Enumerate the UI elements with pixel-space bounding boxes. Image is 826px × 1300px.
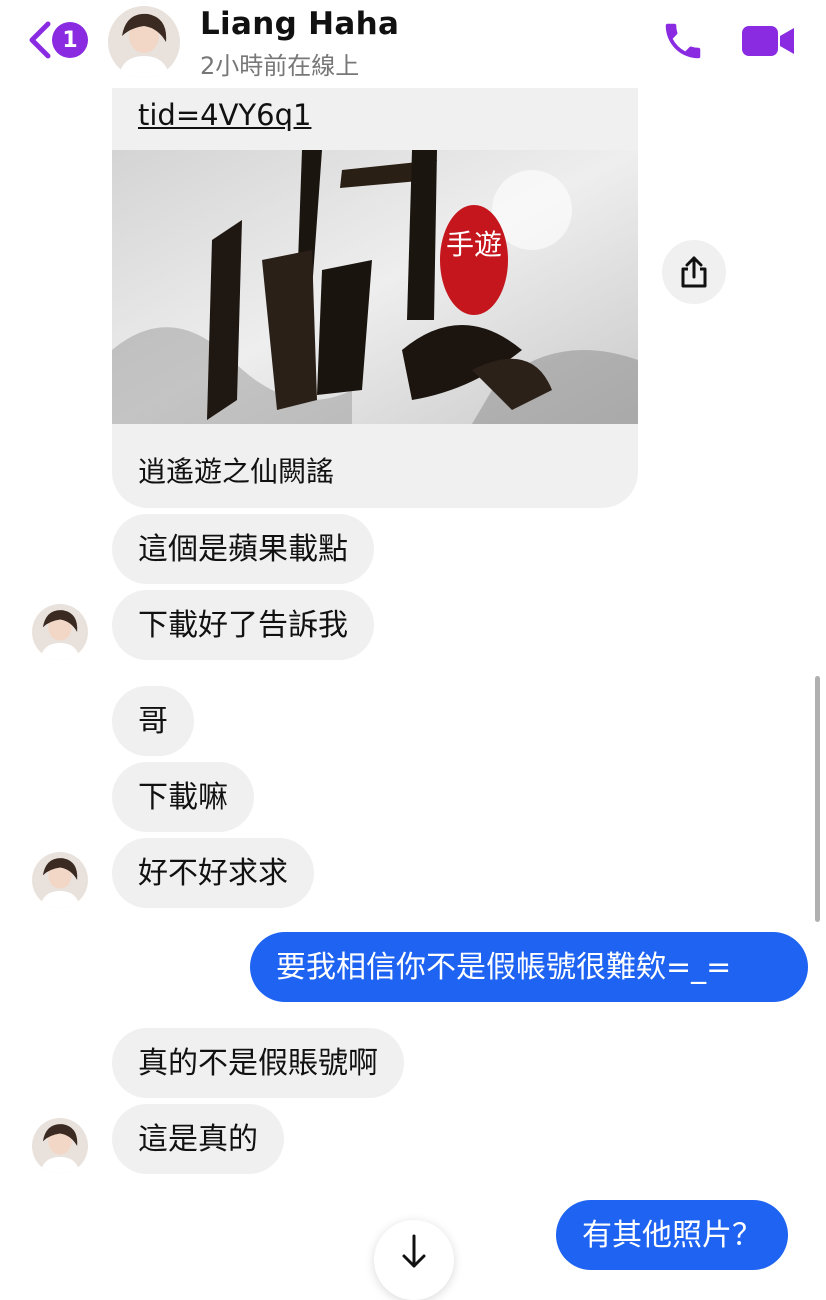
contact-avatar[interactable] bbox=[108, 6, 180, 78]
phone-icon[interactable] bbox=[660, 18, 706, 64]
unread-count-badge: 1 bbox=[52, 22, 88, 58]
contact-name[interactable]: Liang Haha bbox=[200, 6, 399, 42]
scroll-to-bottom-button[interactable] bbox=[374, 1220, 454, 1300]
game-badge-text: 手遊 bbox=[446, 228, 502, 261]
message-bubble[interactable]: 哥 bbox=[112, 686, 194, 756]
message-bubble[interactable]: 真的不是假賬號啊 bbox=[112, 1028, 404, 1098]
my-message-bubble[interactable]: 有其他照片？ bbox=[556, 1200, 788, 1270]
my-message-bubble[interactable]: 要我相信你不是假帳號很難欸=_= bbox=[250, 932, 808, 1002]
message-bubble[interactable]: 下載好了告訴我 bbox=[112, 590, 374, 660]
message-bubble[interactable]: 這個是蘋果載點 bbox=[112, 514, 374, 584]
sender-avatar[interactable] bbox=[32, 852, 88, 908]
arrow-down-icon bbox=[399, 1232, 429, 1276]
link-preview-card[interactable]: tid=4VY6q1 手遊 逍遙遊之仙闕謠 bbox=[112, 80, 638, 508]
link-url[interactable]: tid=4VY6q1 bbox=[138, 98, 311, 132]
link-preview-image[interactable]: 手遊 bbox=[112, 150, 638, 424]
sender-avatar[interactable] bbox=[32, 1118, 88, 1174]
share-icon[interactable] bbox=[662, 240, 726, 304]
scrollbar[interactable] bbox=[815, 676, 820, 922]
link-title[interactable]: 逍遙遊之仙闕謠 bbox=[138, 450, 334, 490]
message-bubble[interactable]: 下載嘛 bbox=[112, 762, 254, 832]
video-camera-icon[interactable] bbox=[740, 22, 796, 60]
message-bubble[interactable]: 好不好求求 bbox=[112, 838, 314, 908]
conversation-header: 1 Liang Haha 2小時前在線上 bbox=[0, 0, 826, 88]
message-bubble[interactable]: 這是真的 bbox=[112, 1104, 284, 1174]
sender-avatar[interactable] bbox=[32, 604, 88, 660]
presence-status: 2小時前在線上 bbox=[200, 52, 360, 80]
